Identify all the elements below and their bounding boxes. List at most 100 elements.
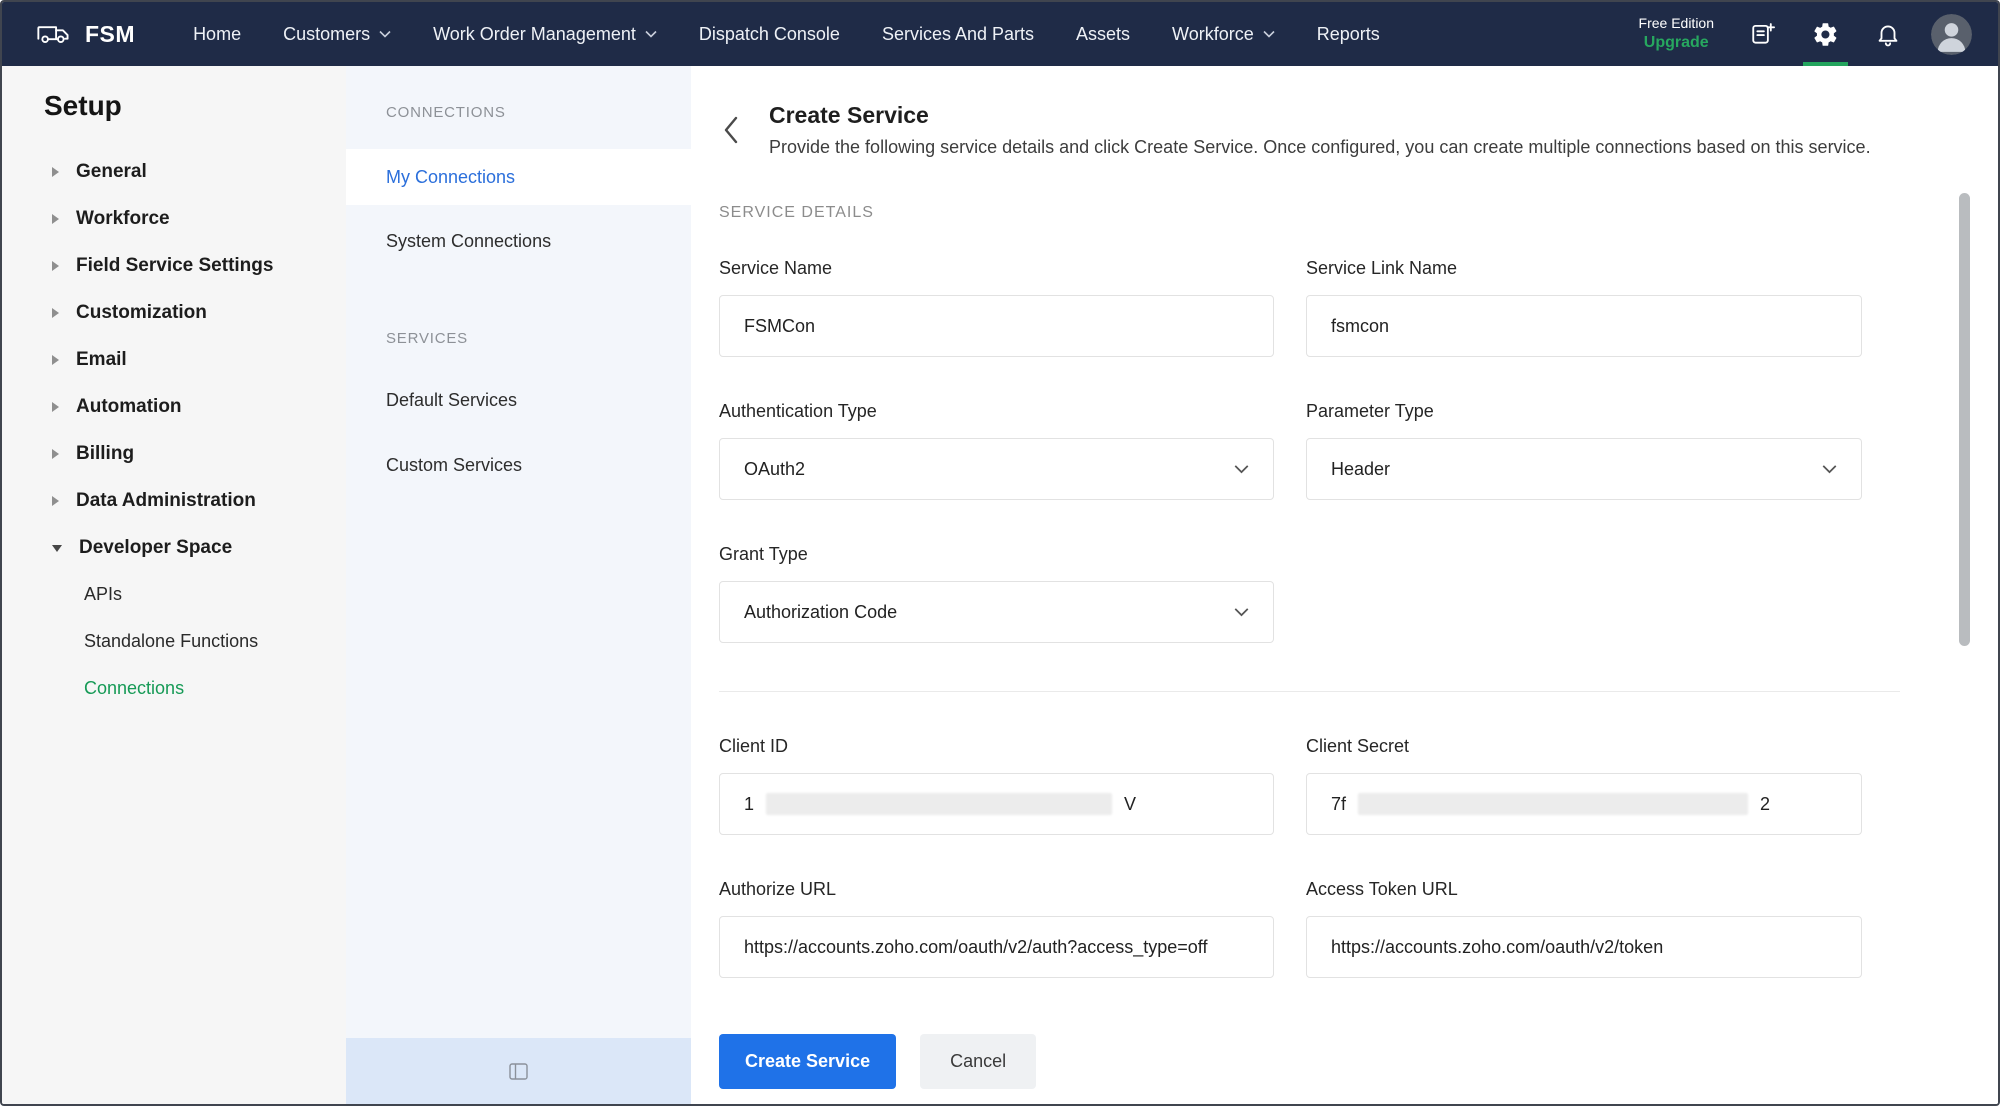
upgrade-link[interactable]: Upgrade [1639, 33, 1714, 53]
parameter-type-select[interactable]: Header [1306, 438, 1862, 500]
section-header: SERVICE DETAILS [719, 204, 1998, 222]
top-navigation: FSM Home Customers Work Order Management… [2, 2, 1998, 66]
chevron-right-icon [52, 496, 59, 506]
chevron-right-icon [52, 308, 59, 318]
authentication-type-select[interactable]: OAuth2 [719, 438, 1274, 500]
chevron-right-icon [52, 355, 59, 365]
setup-sidebar: Setup General Workforce Field Service Se… [2, 66, 346, 1104]
subnav-item-custom-services[interactable]: Custom Services [346, 455, 691, 476]
sidebar-item-billing[interactable]: Billing [2, 430, 346, 477]
chevron-down-icon [1234, 464, 1249, 474]
grant-type-label: Grant Type [719, 544, 1274, 565]
field-client-secret: Client Secret 7f 2 [1306, 736, 1862, 835]
credentials-form: Client ID 1 V Client Secret 7f 2 [719, 736, 1998, 978]
chevron-down-icon [52, 545, 62, 552]
sidebar-item-workforce[interactable]: Workforce [2, 195, 346, 242]
field-service-name: Service Name [719, 258, 1274, 357]
settings-icon[interactable] [1806, 2, 1845, 66]
sidebar-item-customization[interactable]: Customization [2, 289, 346, 336]
field-service-link-name: Service Link Name [1306, 258, 1862, 357]
nav-item-services-and-parts[interactable]: Services And Parts [882, 24, 1034, 45]
subnav-item-my-connections[interactable]: My Connections [346, 149, 691, 205]
header-text: Create Service Provide the following ser… [769, 102, 1871, 158]
nav-item-work-order-management[interactable]: Work Order Management [433, 24, 657, 45]
subnav-item-system-connections[interactable]: System Connections [346, 231, 691, 252]
authorize-url-label: Authorize URL [719, 879, 1274, 900]
field-authentication-type: Authentication Type OAuth2 [719, 401, 1274, 500]
service-link-name-input[interactable] [1306, 295, 1862, 357]
client-id-label: Client ID [719, 736, 1274, 757]
subnav-section-header-services: SERVICES [346, 330, 691, 347]
form-divider [719, 691, 1900, 692]
notifications-icon[interactable] [1869, 2, 1907, 66]
nav-item-customers[interactable]: Customers [283, 24, 391, 45]
authentication-type-label: Authentication Type [719, 401, 1274, 422]
chevron-down-icon [645, 30, 657, 38]
sidebar-item-apis[interactable]: APIs [2, 571, 346, 618]
sidebar-item-developer-space[interactable]: Developer Space [2, 524, 346, 571]
access-token-url-input[interactable] [1306, 916, 1862, 978]
access-token-url-label: Access Token URL [1306, 879, 1862, 900]
back-button[interactable] [719, 112, 743, 148]
authorize-url-input[interactable] [719, 916, 1274, 978]
service-name-input[interactable] [719, 295, 1274, 357]
service-details-form: Service Name Service Link Name Authentic… [719, 258, 1998, 643]
quick-create-icon[interactable] [1744, 2, 1782, 66]
edition-label: Free Edition [1639, 15, 1714, 33]
sidebar-item-field-service-settings[interactable]: Field Service Settings [2, 242, 346, 289]
sidebar-item-data-administration[interactable]: Data Administration [2, 477, 346, 524]
main-content: Create Service Provide the following ser… [691, 66, 1998, 1104]
avatar[interactable] [1931, 14, 1972, 55]
field-authorize-url: Authorize URL [719, 879, 1274, 978]
app-body: Setup General Workforce Field Service Se… [2, 66, 1998, 1104]
setup-menu: General Workforce Field Service Settings… [2, 148, 346, 712]
client-secret-input[interactable]: 7f 2 [1306, 773, 1862, 835]
nav-item-dispatch-console[interactable]: Dispatch Console [699, 24, 840, 45]
topnav-right: Free Edition Upgrade [1639, 2, 1972, 66]
chevron-right-icon [52, 167, 59, 177]
chevron-down-icon [1822, 464, 1837, 474]
primary-nav: Home Customers Work Order Management Dis… [193, 24, 1380, 45]
field-access-token-url: Access Token URL [1306, 879, 1862, 978]
create-service-button[interactable]: Create Service [719, 1034, 896, 1089]
redacted-value [766, 793, 1112, 815]
nav-item-reports[interactable]: Reports [1317, 24, 1380, 45]
sidebar-item-connections[interactable]: Connections [2, 665, 346, 712]
chevron-right-icon [52, 402, 59, 412]
sidebar-item-standalone-functions[interactable]: Standalone Functions [2, 618, 346, 665]
scrollbar-thumb[interactable] [1959, 193, 1970, 646]
chevron-right-icon [52, 214, 59, 224]
page-subtitle: Provide the following service details an… [769, 137, 1871, 158]
connections-subnav: CONNECTIONS My Connections System Connec… [346, 66, 691, 1104]
chevron-left-icon [723, 116, 739, 144]
client-secret-label: Client Secret [1306, 736, 1862, 757]
chevron-down-icon [379, 30, 391, 38]
field-client-id: Client ID 1 V [719, 736, 1274, 835]
chevron-right-icon [52, 261, 59, 271]
nav-item-assets[interactable]: Assets [1076, 24, 1130, 45]
sidebar-item-automation[interactable]: Automation [2, 383, 346, 430]
client-id-input[interactable]: 1 V [719, 773, 1274, 835]
collapse-panel-icon[interactable] [509, 1063, 528, 1080]
nav-item-workforce[interactable]: Workforce [1172, 24, 1275, 45]
grant-type-select[interactable]: Authorization Code [719, 581, 1274, 643]
nav-item-home[interactable]: Home [193, 24, 241, 45]
brand[interactable]: FSM [36, 21, 135, 48]
setup-title: Setup [44, 90, 346, 122]
empty-cell [1306, 544, 1862, 643]
subnav-footer [346, 1038, 691, 1104]
fsm-logo-icon [36, 22, 72, 46]
sidebar-item-email[interactable]: Email [2, 336, 346, 383]
chevron-down-icon [1234, 607, 1249, 617]
parameter-type-label: Parameter Type [1306, 401, 1862, 422]
page-header: Create Service Provide the following ser… [719, 102, 1998, 158]
brand-label: FSM [85, 21, 135, 48]
redacted-value [1358, 793, 1748, 815]
edition-block: Free Edition Upgrade [1639, 15, 1714, 53]
sidebar-item-general[interactable]: General [2, 148, 346, 195]
subnav-item-default-services[interactable]: Default Services [346, 390, 691, 411]
field-parameter-type: Parameter Type Header [1306, 401, 1862, 500]
cancel-button[interactable]: Cancel [920, 1034, 1036, 1089]
form-actions: Create Service Cancel [719, 1034, 1998, 1089]
chevron-down-icon [1263, 30, 1275, 38]
